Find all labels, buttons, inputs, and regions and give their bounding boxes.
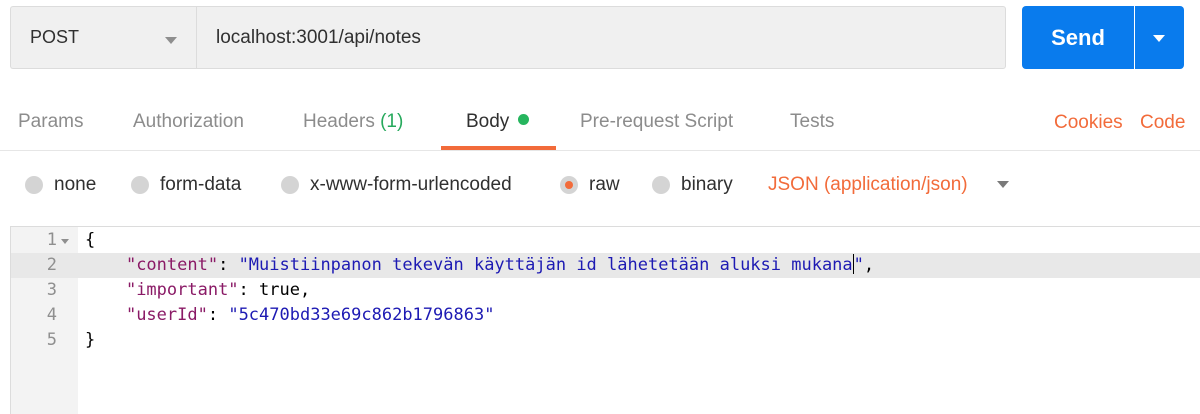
code-text: { xyxy=(85,230,96,250)
line-number: 2 xyxy=(46,255,57,275)
radio-binary[interactable]: binary xyxy=(652,172,733,198)
radio-label: binary xyxy=(681,174,733,195)
json-key: "important" xyxy=(125,280,239,300)
send-options-button[interactable] xyxy=(1135,6,1184,69)
content-type-label: JSON (application/json) xyxy=(768,174,968,195)
code-line-highlighted: 2 "content": "Muistiinpanon tekevän käyt… xyxy=(11,253,1200,278)
tab-label: Headers xyxy=(303,111,375,132)
request-body-editor[interactable]: 1 { 2 "content": "Muistiinpanon tekevän … xyxy=(10,226,1200,414)
radio-circle-icon xyxy=(131,176,149,194)
tab-params[interactable]: Params xyxy=(18,110,83,134)
send-label: Send xyxy=(1051,24,1105,50)
divider xyxy=(0,150,1200,151)
tab-authorization[interactable]: Authorization xyxy=(133,110,244,134)
tab-label: Params xyxy=(18,111,84,132)
json-string: "Muistiinpanon tekevän käyttäjän id lähe… xyxy=(238,255,853,275)
url-input[interactable]: localhost:3001/api/notes xyxy=(196,6,1006,69)
radio-label: raw xyxy=(589,174,620,195)
headers-count-badge: (1) xyxy=(380,111,404,132)
json-key: "userId" xyxy=(125,305,208,325)
code-line: 5 } xyxy=(11,328,1200,353)
method-select[interactable]: POST xyxy=(10,6,196,69)
tab-headers[interactable]: Headers (1) xyxy=(303,110,403,134)
json-boolean: true xyxy=(259,280,300,300)
radio-x-www-form-urlencoded[interactable]: x-www-form-urlencoded xyxy=(281,172,512,198)
code-text: "important": true, xyxy=(125,280,311,300)
url-value: localhost:3001/api/notes xyxy=(216,26,421,48)
json-string: "5c470bd33e69c862b1796863" xyxy=(228,305,495,325)
radio-label: none xyxy=(54,174,97,195)
radio-label: form-data xyxy=(160,174,242,195)
radio-raw[interactable]: raw xyxy=(560,172,620,198)
tab-label: Authorization xyxy=(133,111,244,132)
code-link[interactable]: Code xyxy=(1140,111,1185,135)
radio-label: x-www-form-urlencoded xyxy=(310,174,512,195)
tab-tests[interactable]: Tests xyxy=(790,110,834,134)
status-dot-icon xyxy=(518,114,530,125)
fold-arrow-icon[interactable] xyxy=(61,239,69,244)
chevron-down-icon xyxy=(165,37,177,44)
cookies-link[interactable]: Cookies xyxy=(1054,111,1123,135)
line-number: 3 xyxy=(46,280,57,300)
content-type-select[interactable]: JSON (application/json) xyxy=(768,172,1009,198)
method-label: POST xyxy=(30,27,80,47)
radio-circle-icon xyxy=(281,176,299,194)
code-line: 1 { xyxy=(11,228,1200,253)
line-number: 4 xyxy=(46,305,57,325)
code-line: 3 "important": true, xyxy=(11,278,1200,303)
radio-none[interactable]: none xyxy=(25,172,96,198)
tab-label: Body xyxy=(466,111,510,132)
tab-body[interactable]: Body xyxy=(466,110,530,134)
tab-label: Tests xyxy=(790,111,835,132)
code-line: 4 "userId": "5c470bd33e69c862b1796863" xyxy=(11,303,1200,328)
tab-pre-request-script[interactable]: Pre-request Script xyxy=(580,110,733,134)
chevron-down-icon xyxy=(997,181,1009,188)
code-text: "userId": "5c470bd33e69c862b1796863" xyxy=(125,305,495,325)
send-button[interactable]: Send xyxy=(1022,6,1134,69)
line-number: 1 xyxy=(46,230,57,250)
radio-circle-icon xyxy=(652,176,670,194)
code-text: "content": "Muistiinpanon tekevän käyttä… xyxy=(125,254,875,275)
radio-checked-icon xyxy=(560,176,578,194)
chevron-down-icon xyxy=(1153,35,1165,42)
radio-form-data[interactable]: form-data xyxy=(131,172,241,198)
json-key: "content" xyxy=(125,255,219,275)
line-number: 5 xyxy=(46,330,57,350)
tab-label: Pre-request Script xyxy=(580,111,734,132)
radio-circle-icon xyxy=(25,176,43,194)
code-text: } xyxy=(85,330,96,350)
